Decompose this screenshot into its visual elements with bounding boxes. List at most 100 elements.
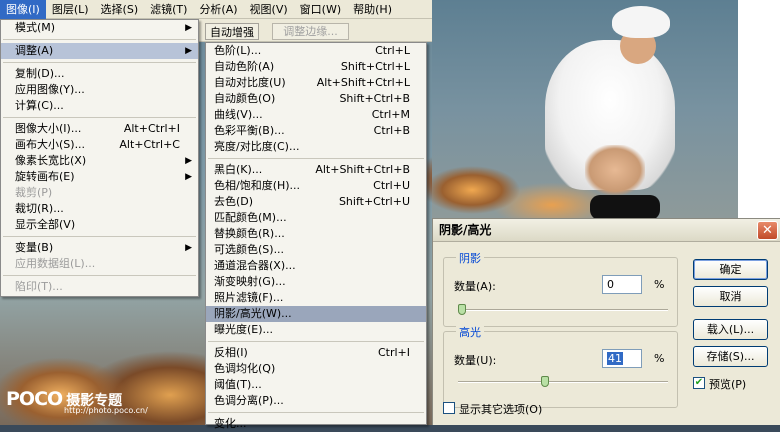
adjust-menu-item[interactable]: 曝光度(E)... — [206, 322, 426, 338]
menu-item-label: 色相/饱和度(H)... — [214, 179, 301, 192]
image-menu-item[interactable]: 显示全部(V) — [1, 217, 198, 233]
adjust-menu-item[interactable]: 自动色阶(A) Shift+Ctrl+L — [206, 59, 426, 75]
menu-select[interactable]: 选择(S) — [95, 0, 145, 19]
adjust-menu-item[interactable]: 黑白(K)... Alt+Shift+Ctrl+B — [206, 162, 426, 178]
menu-layer[interactable]: 图层(L) — [46, 0, 95, 19]
menu-item-shortcut: Shift+Ctrl+L — [340, 60, 410, 73]
menu-item-shortcut: Alt+Ctrl+I — [123, 122, 180, 135]
image-menu-item[interactable]: 复制(D)... — [1, 66, 198, 82]
menu-item-label: 变化... — [214, 417, 247, 430]
menu-item-shortcut: Ctrl+L — [375, 44, 410, 57]
adjust-menu-item[interactable]: 色调均化(Q) — [206, 361, 426, 377]
menu-window[interactable]: 窗口(W) — [294, 0, 347, 19]
adjust-menu-item[interactable]: 渐变映射(G)... — [206, 274, 426, 290]
image-menu-item[interactable]: 裁切(R)... — [1, 201, 198, 217]
image-menu-item: 裁剪(P) — [1, 185, 198, 201]
image-menu-item[interactable]: 变量(B) ▶ — [1, 240, 198, 256]
adjust-menu-item[interactable]: 反相(I) Ctrl+I — [206, 345, 426, 361]
shadows-slider-thumb[interactable] — [458, 304, 466, 315]
highlights-slider-thumb[interactable] — [540, 376, 549, 387]
menu-item-label: 色阶(L)... — [214, 44, 262, 57]
menu-analysis[interactable]: 分析(A) — [193, 0, 243, 19]
adjust-menu-item[interactable]: 替换颜色(R)... — [206, 226, 426, 242]
menu-help[interactable]: 帮助(H) — [347, 0, 398, 19]
adjust-menu-item[interactable]: 通道混合器(X)... — [206, 258, 426, 274]
shadows-slider-track[interactable] — [458, 304, 668, 315]
adjust-menu-item[interactable]: 可选颜色(S)... — [206, 242, 426, 258]
submenu-arrow-icon: ▶ — [185, 23, 192, 33]
highlights-amount-value: 41 — [607, 352, 623, 365]
highlights-percent-unit: % — [654, 352, 665, 365]
highlights-slider-track[interactable] — [458, 376, 668, 387]
preview-label: 预览(P) — [709, 378, 747, 391]
menu-separator — [208, 158, 424, 159]
menu-item-label: 图像大小(I)... — [15, 122, 82, 135]
adjust-menu-item[interactable]: 自动颜色(O) Shift+Ctrl+B — [206, 91, 426, 107]
highlights-amount-input[interactable]: 41 — [602, 349, 642, 368]
shadows-amount-label: 数量(A): — [454, 280, 496, 293]
menu-item-shortcut: Alt+Ctrl+C — [119, 138, 180, 151]
cancel-button[interactable]: 取消 — [693, 286, 768, 307]
image-menu-item: 陷印(T)... — [1, 279, 198, 295]
image-menu-item[interactable]: 旋转画布(E) ▶ — [1, 169, 198, 185]
menu-item-label: 反相(I) — [214, 346, 248, 359]
adjust-menu-item[interactable]: 阴影/高光(W)... — [206, 306, 426, 322]
submenu-arrow-icon: ▶ — [185, 46, 192, 56]
menu-item-label: 调整(A) — [15, 44, 54, 57]
auto-enhance-checkbox[interactable]: 自动增强 — [205, 23, 259, 40]
menu-item-label: 通道混合器(X)... — [214, 259, 296, 272]
image-menu-item[interactable]: 模式(M) ▶ — [1, 20, 198, 36]
adjust-menu-item[interactable]: 色阶(L)... Ctrl+L — [206, 43, 426, 59]
adjust-menu-item[interactable]: 阈值(T)... — [206, 377, 426, 393]
close-icon[interactable]: ✕ — [757, 221, 778, 240]
menu-item-label: 曝光度(E)... — [214, 323, 274, 336]
shadows-amount-input[interactable]: 0 — [602, 275, 642, 294]
adjust-menu-item[interactable]: 变化... — [206, 416, 426, 432]
watermark-logo: POCO — [6, 388, 63, 410]
image-menu-item[interactable]: 画布大小(S)... Alt+Ctrl+C — [1, 137, 198, 153]
menu-item-label: 像素长宽比(X) — [15, 154, 87, 167]
menu-item-shortcut: Ctrl+M — [371, 108, 410, 121]
menu-image[interactable]: 图像(I) — [0, 0, 46, 19]
menu-filter[interactable]: 滤镜(T) — [144, 0, 193, 19]
shadows-group: 阴影 数量(A): 0 % — [443, 250, 678, 327]
menu-item-shortcut: Alt+Shift+Ctrl+L — [316, 76, 410, 89]
menu-separator — [3, 236, 196, 237]
image-menu-item[interactable]: 图像大小(I)... Alt+Ctrl+I — [1, 121, 198, 137]
menu-item-label: 可选颜色(S)... — [214, 243, 285, 256]
refine-edge-button[interactable]: 调整边缘... — [272, 23, 349, 40]
preview-checkbox[interactable]: ✔ — [693, 377, 705, 389]
save-button[interactable]: 存储(S)... — [693, 346, 768, 367]
load-button[interactable]: 载入(L)... — [693, 319, 768, 340]
menu-item-shortcut: Shift+Ctrl+B — [339, 92, 410, 105]
image-menu-item: 应用数据组(L)... — [1, 256, 198, 272]
adjust-menu-item[interactable]: 曲线(V)... Ctrl+M — [206, 107, 426, 123]
menu-item-label: 黑白(K)... — [214, 163, 263, 176]
adjust-menu-item[interactable]: 自动对比度(U) Alt+Shift+Ctrl+L — [206, 75, 426, 91]
menu-view[interactable]: 视图(V) — [244, 0, 294, 19]
menu-separator — [208, 412, 424, 413]
adjust-menu-item[interactable]: 照片滤镜(F)... — [206, 290, 426, 306]
ok-button[interactable]: 确定 — [693, 259, 768, 280]
menu-item-label: 自动色阶(A) — [214, 60, 275, 73]
image-menu-item[interactable]: 像素长宽比(X) ▶ — [1, 153, 198, 169]
adjust-menu-item[interactable]: 去色(D) Shift+Ctrl+U — [206, 194, 426, 210]
menu-item-label: 显示全部(V) — [15, 218, 76, 231]
menu-separator — [3, 39, 196, 40]
submenu-arrow-icon: ▶ — [185, 243, 192, 253]
highlights-legend: 高光 — [456, 324, 484, 340]
adjust-menu-item[interactable]: 色调分离(P)... — [206, 393, 426, 409]
adjust-menu-item[interactable]: 色彩平衡(B)... Ctrl+B — [206, 123, 426, 139]
image-menu-item[interactable]: 调整(A) ▶ — [1, 43, 198, 59]
adjust-menu-item[interactable]: 色相/饱和度(H)... Ctrl+U — [206, 178, 426, 194]
menu-item-label: 复制(D)... — [15, 67, 65, 80]
poco-watermark: POCO 摄影专题 http://photo.poco.cn/ — [6, 388, 148, 415]
adjust-menu-item[interactable]: 亮度/对比度(C)... — [206, 139, 426, 155]
menu-item-label: 自动对比度(U) — [214, 76, 286, 89]
image-menu-item[interactable]: 计算(C)... — [1, 98, 198, 114]
more-options-checkbox[interactable] — [443, 402, 455, 414]
menu-separator — [3, 62, 196, 63]
menu-item-label: 计算(C)... — [15, 99, 64, 112]
adjust-menu-item[interactable]: 匹配颜色(M)... — [206, 210, 426, 226]
image-menu-item[interactable]: 应用图像(Y)... — [1, 82, 198, 98]
